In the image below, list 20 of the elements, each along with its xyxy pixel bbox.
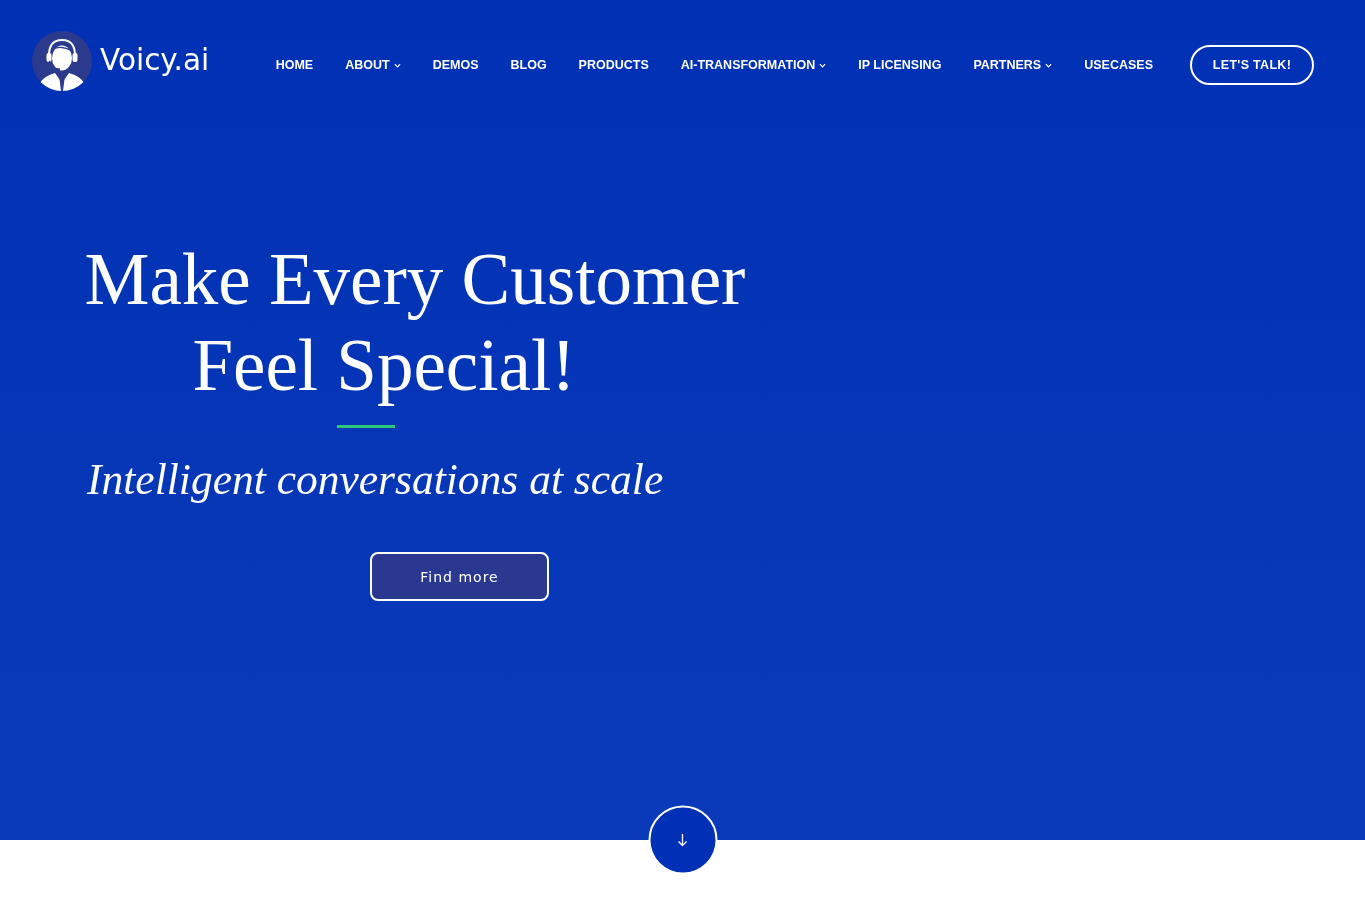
lets-talk-button[interactable]: LET'S TALK! xyxy=(1190,45,1314,85)
nav-link[interactable]: IP LICENSING xyxy=(858,57,942,73)
nav-link[interactable]: DEMOS xyxy=(432,57,479,73)
chevron-down-icon xyxy=(1045,62,1053,68)
nav-link[interactable]: HOME xyxy=(275,57,314,73)
accent-line xyxy=(337,425,395,428)
nav-link[interactable]: USECASES xyxy=(1084,57,1153,73)
hero-tagline: Intelligent conversations at scale xyxy=(87,454,664,504)
nav-link[interactable]: PARTNERS xyxy=(973,57,1053,73)
brand-name[interactable]: Voicy.ai xyxy=(100,41,210,78)
chevron-down-icon xyxy=(393,62,401,68)
nav-link[interactable]: AI-TRANSFORMATION xyxy=(680,57,827,73)
nav-link[interactable]: PRODUCTS xyxy=(578,57,649,73)
chevron-down-icon xyxy=(819,62,827,68)
nav-link[interactable]: BLOG xyxy=(510,57,547,73)
hero-headline: Make Every Customer Feel Special! xyxy=(83,238,747,408)
headset-person-icon[interactable] xyxy=(32,31,92,91)
nav-link[interactable]: ABOUT xyxy=(345,57,401,73)
find-more-button[interactable]: Find more xyxy=(370,552,549,601)
arrow-down-icon xyxy=(677,833,688,847)
